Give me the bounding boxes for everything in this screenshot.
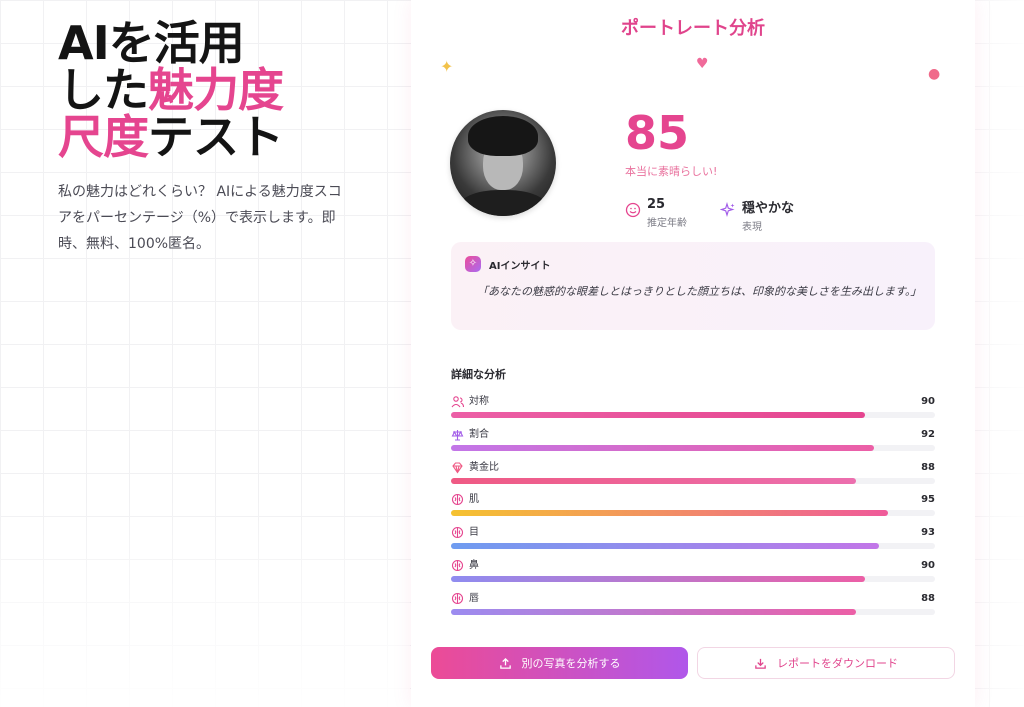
metric-bar-track: [451, 444, 935, 451]
attractiveness-score: 85: [625, 106, 690, 160]
download-icon: [755, 658, 766, 669]
heart-icon: ♥: [696, 56, 709, 72]
metric-value: 90: [921, 396, 935, 407]
score-caption: 本当に素晴らしい!: [625, 165, 718, 178]
ai-insight-panel: ✧ AIインサイト 「あなたの魅惑的な眼差しとはっきりとした顔立ちは、印象的な美…: [451, 242, 935, 330]
metric-bar-track: [451, 510, 935, 517]
sparkle-icon: ✦: [440, 57, 454, 76]
metric-bar-track: [451, 477, 935, 484]
metric-bar-fill: [451, 543, 879, 550]
ai-insight-header: ✧ AIインサイト: [465, 256, 550, 272]
metric-name: 目: [469, 527, 479, 539]
hero-title-line1: AIを活用: [58, 16, 245, 70]
brain-icon: [451, 527, 464, 539]
hero-section: AIを活用 した魅力度 尺度テスト 私の魅力はどれくらい？ AIによる魅力度スコ…: [58, 20, 358, 257]
metric-name: 唇: [469, 592, 479, 604]
metric-bar-fill: [451, 510, 888, 517]
users-icon: [451, 396, 464, 408]
metric-bar-fill: [451, 608, 856, 615]
metric-bar-fill: [451, 477, 856, 484]
metric-value: 90: [921, 560, 935, 571]
metric-bar-track: [451, 608, 935, 615]
smile-icon: [625, 202, 641, 218]
age-label: 推定年齢: [647, 218, 687, 229]
ai-sparkle-icon: ✧: [465, 256, 481, 272]
metric-value: 95: [921, 494, 935, 506]
metric-value: 92: [921, 428, 935, 440]
metric-name: 対称: [469, 396, 489, 407]
ai-insight-quote: 「あなたの魅惑的な眼差しとはっきりとした顔立ちは、印象的な美しさを生み出します。…: [477, 285, 922, 298]
metric-bar-track: [451, 412, 935, 418]
metric-name: 黄金比: [469, 461, 499, 473]
sparkles-icon: [720, 202, 735, 218]
metric-name: 割合: [469, 428, 489, 440]
ai-insight-title: AIインサイト: [489, 260, 551, 272]
balloon-icon: ●: [928, 66, 941, 82]
metric-value: 88: [921, 592, 935, 604]
hero-title-line2: した: [58, 63, 149, 117]
download-report-button[interactable]: レポートをダウンロード: [697, 647, 955, 679]
metric-row: 目 93: [451, 526, 935, 550]
metric-row: 黄金比 88: [451, 461, 935, 485]
brain-icon: [451, 494, 464, 506]
metric-row: 唇 88: [451, 592, 935, 616]
estimated-age: 25 推定年齢: [625, 197, 687, 229]
metric-name: 肌: [469, 494, 479, 506]
metric-bar-track: [451, 576, 935, 582]
hero-title: AIを活用 した魅力度 尺度テスト: [58, 20, 358, 161]
download-button-label: レポートをダウンロード: [777, 657, 898, 670]
portrait-avatar: [450, 110, 556, 216]
analyze-button-label: 別の写真を分析する: [521, 657, 621, 670]
metric-name: 鼻: [469, 560, 479, 571]
hero-title-line3: テスト: [148, 110, 284, 164]
metric-row: 割合 92: [451, 428, 935, 452]
scale-icon: [451, 429, 464, 441]
age-value: 25: [647, 197, 666, 212]
hero-title-highlight-2: 尺度: [58, 110, 149, 164]
card-title: ポートレート分析: [621, 18, 765, 39]
expression-value: 穏やかな: [742, 201, 795, 216]
brain-icon: [451, 559, 464, 572]
metric-row: 鼻 90: [451, 559, 935, 583]
metric-bar-fill: [451, 444, 875, 451]
hero-title-highlight: 魅力度: [148, 63, 284, 117]
detail-analysis-title: 詳細な分析: [451, 368, 506, 381]
upload-icon: [499, 657, 511, 669]
metric-bar-track: [451, 543, 935, 550]
metric-bar-fill: [451, 412, 865, 418]
metric-value: 88: [921, 461, 935, 473]
metric-bar-fill: [451, 576, 865, 582]
expression: 穏やかな 表現: [720, 197, 794, 233]
hero-description: 私の魅力はどれくらい？ AIによる魅力度スコアをパーセンテージ（%）で表示します…: [58, 184, 342, 252]
expression-label: 表現: [742, 222, 762, 233]
metric-row: 肌 95: [451, 493, 935, 517]
brain-icon: [451, 592, 464, 604]
metric-row: 対称 90: [451, 395, 935, 419]
gem-icon: [452, 462, 463, 474]
analyze-another-photo-button[interactable]: 別の写真を分析する: [431, 647, 688, 679]
metric-value: 93: [921, 527, 935, 539]
